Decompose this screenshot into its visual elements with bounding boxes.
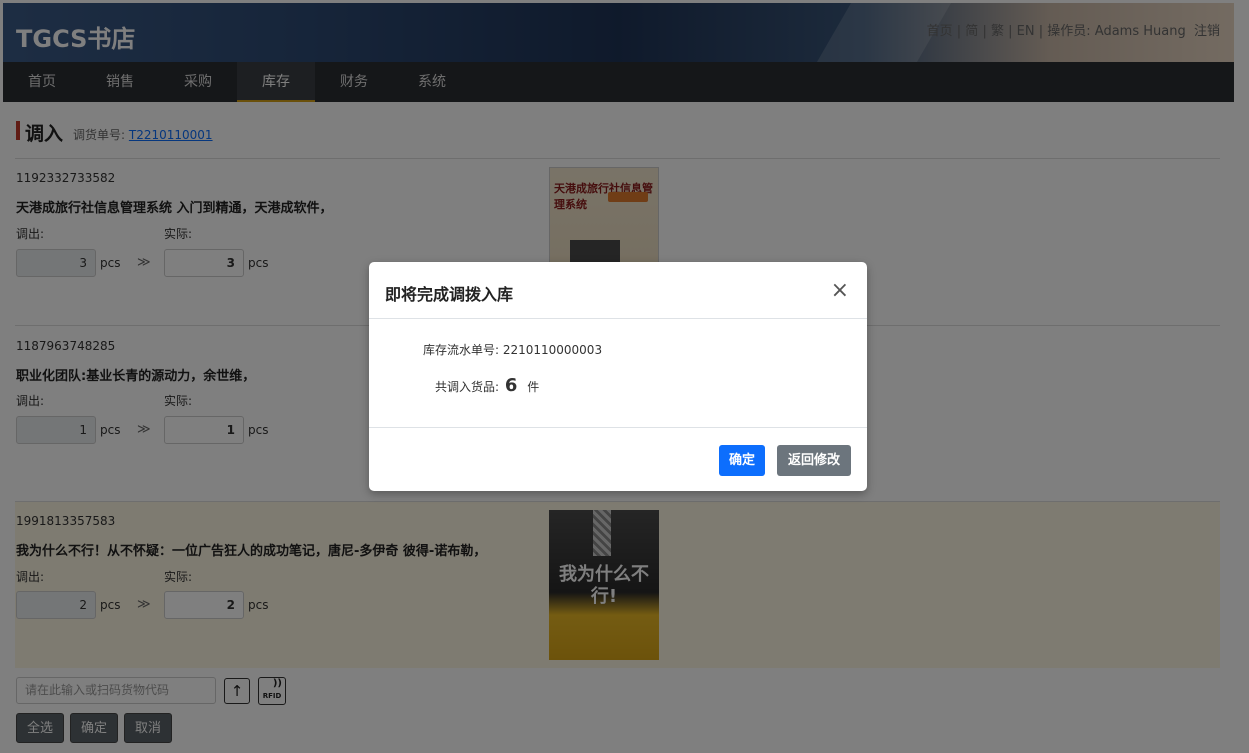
modal-footer: 确定 返回修改 — [369, 427, 867, 491]
count-unit: 件 — [527, 380, 540, 394]
count-value: 6 — [504, 375, 518, 396]
modal-ok-button[interactable]: 确定 — [719, 445, 765, 476]
flow-number-row: 库存流水单号: 2210110000003 — [369, 341, 602, 358]
close-icon[interactable]: × — [831, 280, 849, 302]
flow-number-label: 库存流水单号: — [422, 343, 499, 357]
modal-header: 即将完成调拨入库 × — [369, 262, 867, 319]
count-row: 共调入货品: 6 件 — [369, 375, 539, 396]
confirm-modal: 即将完成调拨入库 × 库存流水单号: 2210110000003 共调入货品: … — [369, 262, 867, 491]
modal-body: 库存流水单号: 2210110000003 共调入货品: 6 件 — [369, 319, 867, 427]
flow-number-value: 2210110000003 — [502, 343, 603, 357]
modal-title: 即将完成调拨入库 — [385, 285, 514, 304]
count-label: 共调入货品: — [434, 380, 499, 394]
modal-back-button[interactable]: 返回修改 — [777, 445, 851, 476]
